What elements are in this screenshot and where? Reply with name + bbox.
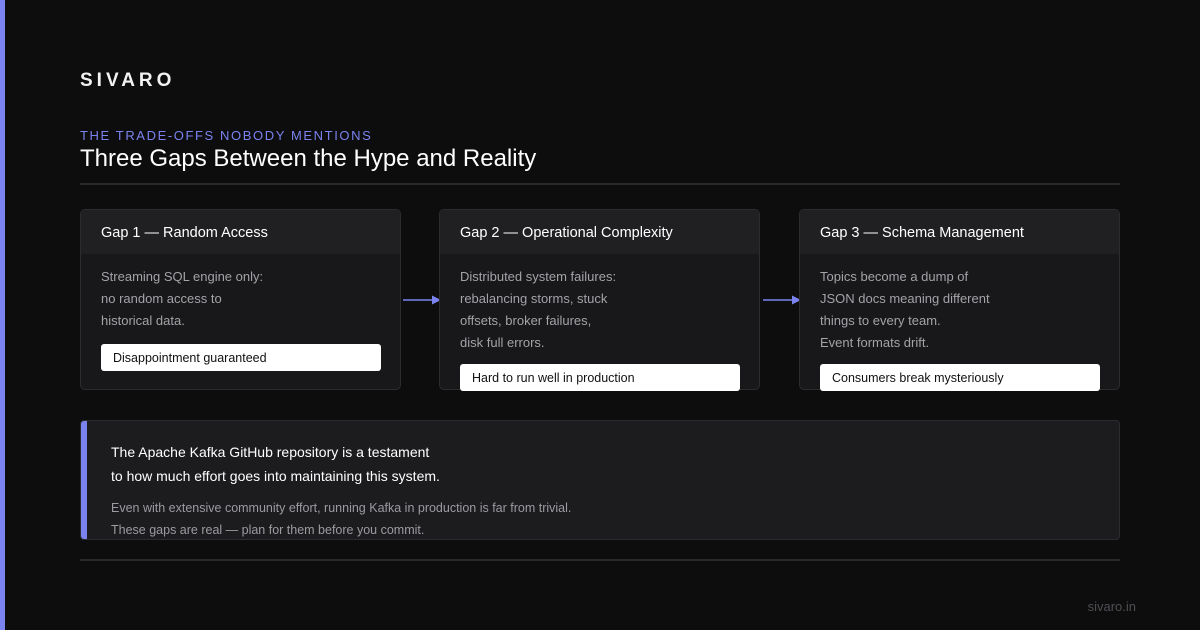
gap-card-line: JSON docs meaning different — [820, 291, 990, 306]
top-divider — [80, 183, 1120, 185]
gap-card-line: offsets, broker failures, — [460, 313, 592, 328]
gap-card-line: Streaming SQL engine only: — [101, 269, 264, 284]
gap-card-line: Topics become a dump of — [820, 269, 969, 284]
gap-card-tag: Hard to run well in production — [460, 364, 740, 391]
gap-card-body: Topics become a dump of JSON docs meanin… — [800, 254, 1119, 354]
callout-headline: to how much effort goes into maintaining… — [111, 468, 440, 484]
gap-card-3: Gap 3 — Schema Management Topics become … — [799, 209, 1120, 391]
gap-card-body: Distributed system failures: rebalancing… — [440, 254, 759, 354]
brand-logo: SIVARO — [80, 70, 176, 91]
gap-card-tag: Consumers break mysteriously — [820, 364, 1100, 391]
gap-card-title: Gap 1 — Random Access — [81, 210, 400, 254]
callout-box: The Apache Kafka GitHub repository is a … — [80, 420, 1120, 540]
left-accent-bar — [0, 0, 5, 630]
page-title: Three Gaps Between the Hype and Reality — [80, 145, 537, 172]
footer-url[interactable]: sivaro.in — [1088, 599, 1136, 614]
gap-card-tag: Disappointment guaranteed — [101, 344, 381, 371]
gap-card-body: Streaming SQL engine only: no random acc… — [81, 254, 400, 332]
eyebrow-label: THE TRADE-OFFS NOBODY MENTIONS — [80, 128, 373, 143]
gap-card-1: Gap 1 — Random Access Streaming SQL engi… — [80, 209, 401, 390]
callout-subtext: These gaps are real — plan for them befo… — [111, 523, 425, 537]
callout-subtext: Even with extensive community effort, ru… — [111, 501, 572, 515]
gap-card-line: rebalancing storms, stuck — [460, 291, 608, 306]
arrow-right-icon — [763, 295, 801, 305]
gap-card-line: historical data. — [101, 313, 185, 328]
gap-card-line: no random access to — [101, 291, 222, 306]
bottom-divider — [80, 559, 1120, 561]
gap-card-line: things to every team. — [820, 313, 941, 328]
gap-card-title: Gap 3 — Schema Management — [800, 210, 1119, 254]
arrow-right-icon — [403, 295, 441, 305]
gap-card-line: Event formats drift. — [820, 335, 930, 350]
gap-card-line: disk full errors. — [460, 335, 545, 350]
gap-card-line: Distributed system failures: — [460, 269, 617, 284]
gap-card-2: Gap 2 — Operational Complexity Distribut… — [439, 209, 760, 391]
callout-accent-bar — [81, 421, 87, 539]
callout-headline: The Apache Kafka GitHub repository is a … — [111, 444, 430, 460]
gap-card-title: Gap 2 — Operational Complexity — [440, 210, 759, 254]
